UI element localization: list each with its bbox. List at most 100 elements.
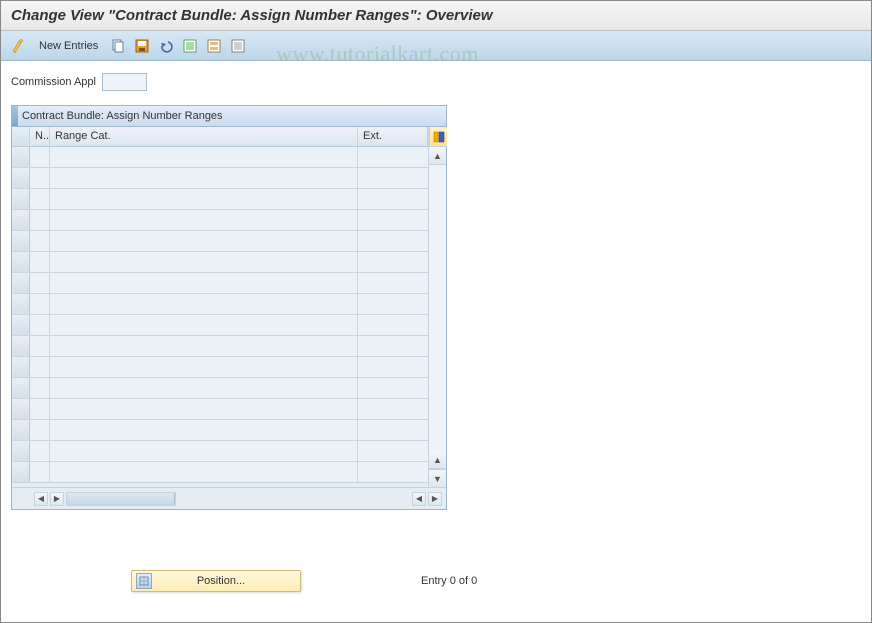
cell-range-cat[interactable] — [50, 252, 358, 272]
cell-range-cat[interactable] — [50, 315, 358, 335]
cell-ext[interactable] — [358, 231, 428, 251]
table-row[interactable] — [12, 462, 428, 483]
row-selector[interactable] — [12, 420, 30, 440]
cell-n[interactable] — [30, 168, 50, 188]
cell-ext[interactable] — [358, 210, 428, 230]
column-header-n[interactable]: N.. — [30, 127, 50, 146]
row-selector[interactable] — [12, 252, 30, 272]
scroll-up-icon[interactable]: ▲ — [429, 147, 446, 165]
cell-range-cat[interactable] — [50, 378, 358, 398]
cell-n[interactable] — [30, 147, 50, 167]
deselect-all-icon[interactable] — [228, 36, 248, 56]
table-row[interactable] — [12, 252, 428, 273]
undo-icon[interactable] — [156, 36, 176, 56]
row-selector[interactable] — [12, 189, 30, 209]
cell-range-cat[interactable] — [50, 462, 358, 482]
toggle-icon[interactable] — [9, 36, 29, 56]
cell-range-cat[interactable] — [50, 357, 358, 377]
scroll-right-icon[interactable]: ◀ — [412, 492, 426, 506]
cell-n[interactable] — [30, 294, 50, 314]
row-selector[interactable] — [12, 294, 30, 314]
scroll-left-icon[interactable]: ▶ — [50, 492, 64, 506]
table-row[interactable] — [12, 378, 428, 399]
cell-ext[interactable] — [358, 399, 428, 419]
table-row[interactable] — [12, 189, 428, 210]
cell-range-cat[interactable] — [50, 294, 358, 314]
table-row[interactable] — [12, 399, 428, 420]
cell-ext[interactable] — [358, 315, 428, 335]
column-header-ext[interactable]: Ext. — [358, 127, 428, 146]
cell-range-cat[interactable] — [50, 189, 358, 209]
row-selector[interactable] — [12, 462, 30, 482]
select-all-column-header[interactable] — [12, 127, 30, 146]
row-selector[interactable] — [12, 273, 30, 293]
save-icon[interactable] — [132, 36, 152, 56]
select-block-icon[interactable] — [204, 36, 224, 56]
scroll-left-end-icon[interactable]: ◀ — [34, 492, 48, 506]
cell-ext[interactable] — [358, 441, 428, 461]
cell-ext[interactable] — [358, 336, 428, 356]
copy-icon[interactable] — [108, 36, 128, 56]
table-row[interactable] — [12, 168, 428, 189]
cell-n[interactable] — [30, 336, 50, 356]
scroll-down-up-icon[interactable]: ▲ — [429, 451, 446, 469]
table-row[interactable] — [12, 294, 428, 315]
row-selector[interactable] — [12, 147, 30, 167]
table-row[interactable] — [12, 210, 428, 231]
cell-n[interactable] — [30, 420, 50, 440]
cell-n[interactable] — [30, 315, 50, 335]
cell-range-cat[interactable] — [50, 420, 358, 440]
row-selector[interactable] — [12, 210, 30, 230]
cell-n[interactable] — [30, 378, 50, 398]
commission-appl-input[interactable] — [102, 73, 147, 91]
table-row[interactable] — [12, 315, 428, 336]
table-row[interactable] — [12, 441, 428, 462]
cell-range-cat[interactable] — [50, 399, 358, 419]
table-row[interactable] — [12, 420, 428, 441]
column-header-range-cat[interactable]: Range Cat. — [50, 127, 358, 146]
row-selector[interactable] — [12, 231, 30, 251]
row-selector[interactable] — [12, 315, 30, 335]
row-selector[interactable] — [12, 336, 30, 356]
cell-n[interactable] — [30, 252, 50, 272]
cell-range-cat[interactable] — [50, 231, 358, 251]
row-selector[interactable] — [12, 378, 30, 398]
cell-ext[interactable] — [358, 378, 428, 398]
cell-range-cat[interactable] — [50, 147, 358, 167]
select-all-icon[interactable] — [180, 36, 200, 56]
cell-n[interactable] — [30, 231, 50, 251]
cell-ext[interactable] — [358, 462, 428, 482]
cell-n[interactable] — [30, 441, 50, 461]
cell-ext[interactable] — [358, 168, 428, 188]
cell-range-cat[interactable] — [50, 441, 358, 461]
vertical-scroll-track[interactable] — [429, 165, 446, 451]
cell-n[interactable] — [30, 273, 50, 293]
row-selector[interactable] — [12, 441, 30, 461]
table-settings-icon[interactable] — [429, 127, 447, 147]
cell-ext[interactable] — [358, 294, 428, 314]
table-row[interactable] — [12, 273, 428, 294]
new-entries-button[interactable]: New Entries — [33, 38, 104, 54]
cell-ext[interactable] — [358, 189, 428, 209]
scroll-down-icon[interactable]: ▼ — [429, 469, 446, 487]
cell-ext[interactable] — [358, 252, 428, 272]
table-row[interactable] — [12, 231, 428, 252]
cell-n[interactable] — [30, 462, 50, 482]
cell-n[interactable] — [30, 189, 50, 209]
cell-ext[interactable] — [358, 357, 428, 377]
cell-ext[interactable] — [358, 273, 428, 293]
position-button[interactable]: Position... — [131, 570, 301, 592]
table-row[interactable] — [12, 336, 428, 357]
cell-n[interactable] — [30, 210, 50, 230]
row-selector[interactable] — [12, 399, 30, 419]
row-selector[interactable] — [12, 357, 30, 377]
cell-range-cat[interactable] — [50, 168, 358, 188]
cell-range-cat[interactable] — [50, 210, 358, 230]
cell-n[interactable] — [30, 399, 50, 419]
cell-ext[interactable] — [358, 420, 428, 440]
row-selector[interactable] — [12, 168, 30, 188]
cell-n[interactable] — [30, 357, 50, 377]
horizontal-scroll-track-left[interactable] — [66, 492, 176, 506]
table-row[interactable] — [12, 357, 428, 378]
scroll-right-end-icon[interactable]: ▶ — [428, 492, 442, 506]
